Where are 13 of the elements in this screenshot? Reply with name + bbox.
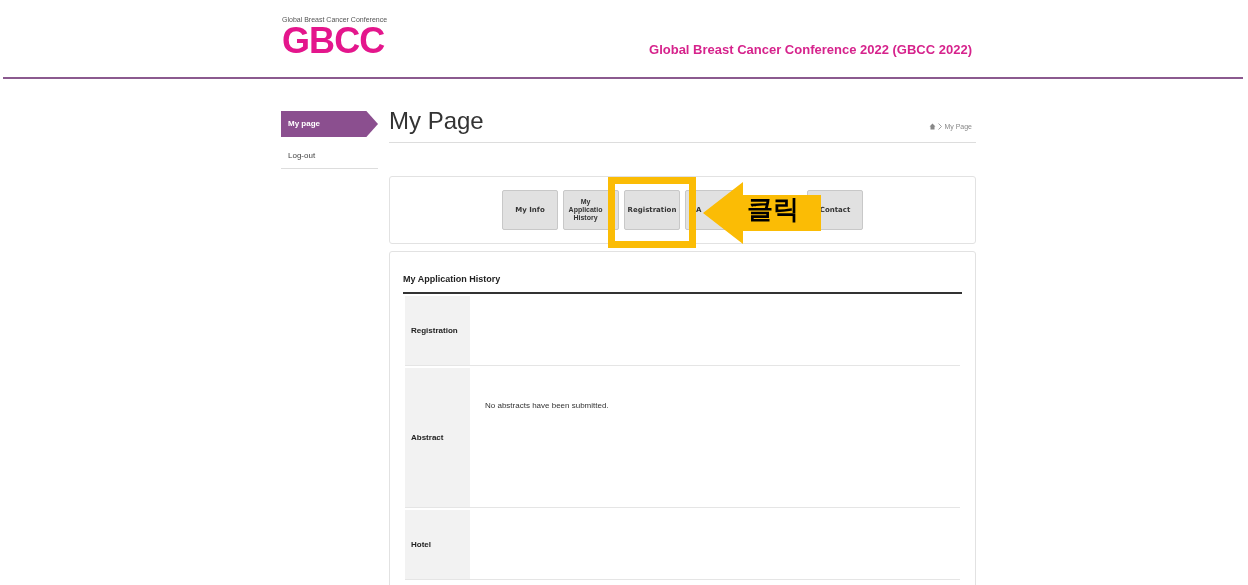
row-value: No abstracts have been submitted.	[485, 400, 609, 412]
row-label: Registration	[405, 296, 470, 365]
sidebar-item[interactable]: Log-out	[281, 143, 378, 169]
callout-label: 클릭	[747, 196, 799, 222]
section-title: My Application History	[403, 274, 501, 284]
chevron-icon	[938, 123, 943, 131]
row-label: Abstract	[405, 368, 470, 507]
conference-title: Global Breast Cancer Conference 2022 (GBCC 2022)	[649, 41, 972, 59]
logo[interactable]: GBCC	[282, 23, 388, 59]
page-title: My Page	[389, 109, 484, 133]
sidebar-item[interactable]: My page	[281, 111, 378, 137]
row-label: Hotel	[405, 510, 470, 579]
home-icon[interactable]	[929, 123, 937, 131]
